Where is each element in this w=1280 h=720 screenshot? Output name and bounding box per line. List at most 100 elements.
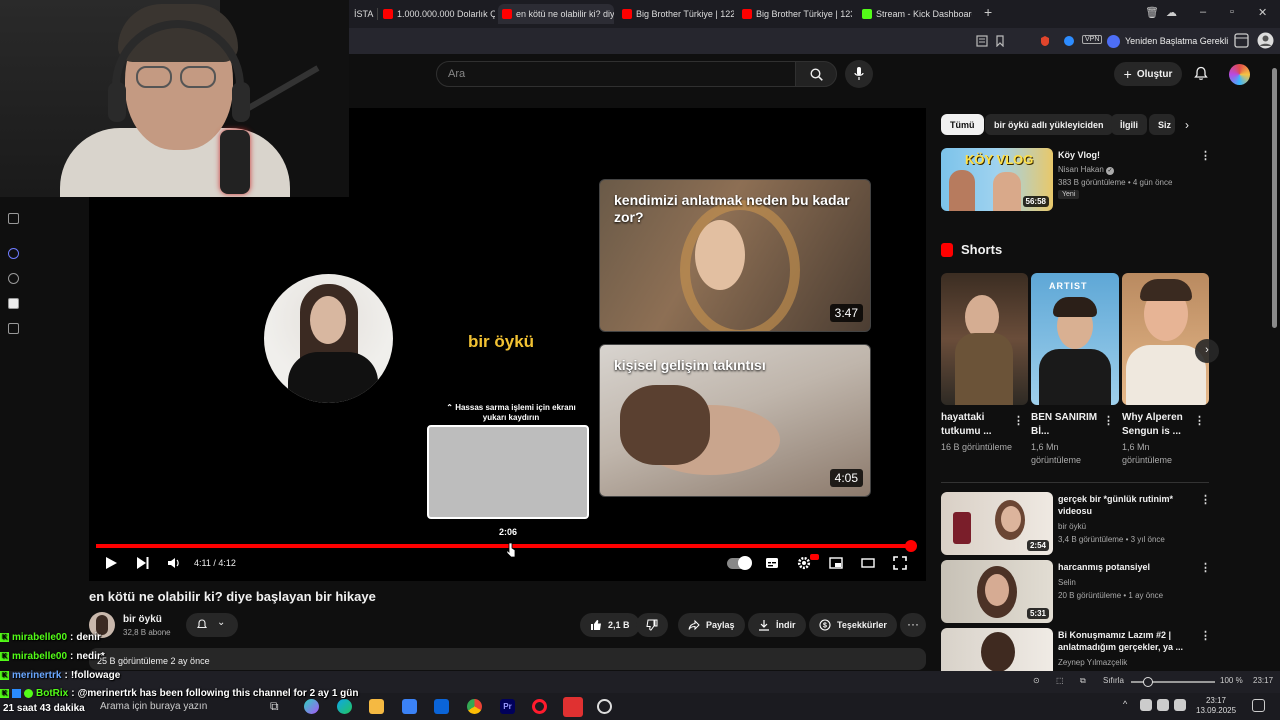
mastodon-icon[interactable] [8,248,19,259]
more-options-icon[interactable]: ⋮ [1200,493,1211,506]
restart-required-button[interactable]: Yeniden Başlatma Gerekli [1107,33,1228,49]
bookmark-icon[interactable] [994,35,1006,47]
endcard-channel-avatar[interactable] [264,274,393,403]
premiere-icon[interactable]: Pr [500,699,515,714]
video-title[interactable]: Köy Vlog! [1058,149,1100,161]
trash-icon[interactable]: 🗑 [1145,6,1159,19]
progress-scrubber-handle[interactable] [905,540,917,552]
store-icon[interactable] [402,699,417,714]
video-title[interactable]: harcanmış potansiyel [1058,561,1196,573]
panel-icon[interactable] [8,323,19,334]
video-thumbnail[interactable]: 2:54 [941,492,1053,555]
progress-bar[interactable] [96,540,917,552]
taskbar-search[interactable]: Arama için buraya yazın [60,697,260,717]
zoom-reset-button[interactable]: Sıfırla [1103,676,1124,685]
short-thumbnail[interactable] [1122,273,1209,405]
like-button[interactable]: 2,1 B [580,613,640,637]
share-button[interactable]: Paylaş [678,613,745,637]
video-thumbnail[interactable]: 5:31 [941,560,1053,623]
channel-name[interactable]: Zeynep Yılmazçelik [1058,657,1127,668]
shorts-next-button[interactable]: › [1195,339,1219,363]
channel-name[interactable]: bir öykü [123,614,162,625]
more-options-icon[interactable]: ⋮ [1200,629,1211,642]
autoplay-toggle[interactable] [727,556,752,570]
short-thumbnail[interactable] [941,273,1028,405]
reader-mode-icon[interactable] [976,35,988,47]
battery-icon[interactable] [1174,699,1186,711]
thanks-button[interactable]: $ Teşekkürler [809,613,897,637]
chip-all[interactable]: Tümü [941,114,984,135]
create-button[interactable]: + Oluştur [1114,62,1182,86]
more-options-icon[interactable]: ⋮ [1200,149,1211,162]
browser-tab[interactable]: Big Brother Türkiye | 123. B [742,4,852,24]
short-thumbnail[interactable]: ARTIST [1031,273,1119,405]
dislike-button[interactable] [636,613,668,637]
page-scrollbar[interactable] [1270,60,1278,670]
next-video-icon[interactable] [136,556,150,570]
notifications-icon[interactable] [1252,699,1265,712]
settings-gear-icon[interactable] [797,556,811,570]
more-options-icon[interactable]: ⋮ [1013,414,1024,427]
chevron-right-icon[interactable]: › [1185,118,1189,132]
description-box[interactable]: 25 B görüntüleme 2 ay önce [89,648,926,670]
subscription-bell-button[interactable]: ⌄ [186,613,238,637]
close-button[interactable]: ✕ [1258,6,1267,19]
edge-icon[interactable] [337,699,352,714]
play-icon[interactable] [104,556,118,570]
capture-icon[interactable]: ⬚ [1056,676,1064,685]
search-input[interactable]: Ara [436,61,796,87]
account-avatar[interactable] [1229,64,1250,85]
channel-name[interactable]: Selin [1058,577,1076,588]
download-button[interactable]: İndir [748,613,806,637]
more-options-icon[interactable]: ⋮ [1200,561,1211,574]
channel-name[interactable]: Nisan Hakan ✓ [1058,164,1115,175]
profile-icon[interactable] [1257,32,1274,49]
scrollbar-thumb[interactable] [1272,68,1277,328]
subscriptions-icon[interactable] [8,213,19,224]
voice-search-button[interactable] [845,60,873,88]
video-thumbnail[interactable]: KÖY VLOG 56:58 [941,148,1053,211]
minimize-button[interactable]: – [1200,6,1206,18]
browser-tab[interactable]: Stream - Kick Dashboard [862,4,972,24]
obs-icon[interactable] [597,699,612,714]
browser-tab[interactable]: Big Brother Türkiye | 122. B [622,4,734,24]
maximize-button[interactable]: ▫ [1230,6,1234,18]
globe-icon[interactable] [8,273,19,284]
copilot-icon[interactable] [304,699,319,714]
vivaldi-icon[interactable] [563,697,583,717]
opera-icon[interactable] [532,699,547,714]
new-tab-button[interactable]: + [984,4,992,20]
short-title[interactable]: Why Alperen Sengun is ... [1122,411,1194,439]
chip-from-uploader[interactable]: bir öykü adlı yükleyiciden [985,114,1113,135]
more-options-icon[interactable]: ⋮ [1194,414,1205,427]
video-title[interactable]: gerçek bir *günlük rutinim* videosu [1058,493,1196,517]
subtitles-icon[interactable] [765,556,779,570]
chip-related[interactable]: İlgili [1111,114,1147,135]
shield-icon[interactable] [1039,35,1051,47]
cloud-icon[interactable]: ☁ [1166,6,1177,19]
endcard-video-card[interactable]: kişisel gelişim takıntısı 4:05 [599,344,871,497]
volume-icon[interactable] [167,556,181,570]
task-view-icon[interactable]: ⧉ [270,699,285,714]
screenshot-icon[interactable]: ⊙ [1033,676,1040,685]
short-title[interactable]: hayattaki tutkumu ... [941,411,1013,439]
outlook-icon[interactable] [434,699,449,714]
video-thumbnail[interactable] [941,628,1053,671]
short-title[interactable]: BEN SANIRIM Bİ... [1031,411,1103,439]
network-icon[interactable] [1140,699,1152,711]
browser-tab[interactable]: İSTA [354,4,374,24]
chip-for-you[interactable]: Siz [1149,114,1175,135]
file-explorer-icon[interactable] [369,699,384,714]
video-title[interactable]: Bi Konuşmamız Lazım #2 | anlatmadığım ge… [1058,629,1196,653]
more-options-icon[interactable]: ⋮ [1103,414,1114,427]
tray-overflow-icon[interactable]: ^ [1123,699,1138,714]
browser-tab[interactable]: 1.000.000.000 Dolarlık Çıkı [383,4,495,24]
fullscreen-icon[interactable] [893,556,907,570]
tiling-icon[interactable]: ⧉ [1080,676,1086,686]
miniplayer-icon[interactable] [829,556,843,570]
browser-tab-active[interactable]: en kötü ne olabilir ki? diye [498,4,614,24]
extension-icon[interactable] [1063,35,1075,47]
vpn-button[interactable]: VPN [1082,35,1103,44]
wikipedia-icon[interactable] [8,298,19,309]
endcard-channel-name[interactable]: bir öykü [440,332,562,352]
